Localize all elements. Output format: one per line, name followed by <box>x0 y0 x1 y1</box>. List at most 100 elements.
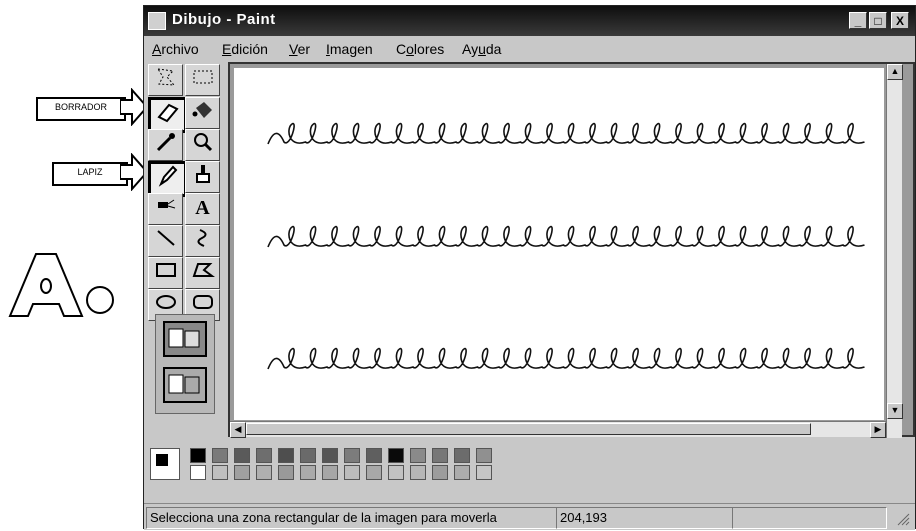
palette-swatch[interactable] <box>256 448 272 463</box>
eraser-tool[interactable] <box>148 97 187 133</box>
menu-bar: Archivo Edición Ver Imagen Colores Ayuda <box>144 36 915 62</box>
status-bar: Selecciona una zona rectangular de la im… <box>144 503 915 530</box>
fill-icon <box>192 102 212 118</box>
current-colors[interactable] <box>150 448 180 480</box>
palette-swatch[interactable] <box>300 465 316 480</box>
palette-swatch[interactable] <box>234 448 250 463</box>
status-message: Selecciona una zona rectangular de la im… <box>146 507 557 529</box>
free-select-icon <box>156 68 175 86</box>
pencil-callout-label: LAPIZ <box>52 162 128 186</box>
magnifier-tool[interactable] <box>185 129 220 161</box>
palette-swatch[interactable] <box>322 448 338 463</box>
toolbox: A <box>144 62 224 432</box>
canvas-area: ▲ ▼ ◀ ▶ <box>228 62 915 439</box>
ellipse-icon <box>155 295 176 309</box>
palette-swatch[interactable] <box>454 465 470 480</box>
palette-swatch[interactable] <box>322 465 338 480</box>
color-picker-tool[interactable] <box>148 129 183 161</box>
transparent-icon <box>168 374 200 394</box>
palette-swatch[interactable] <box>454 448 470 463</box>
palette-swatch[interactable] <box>190 448 206 463</box>
palette-swatch[interactable] <box>476 465 492 480</box>
handwriting-loop-row <box>267 123 865 145</box>
brush-tool[interactable] <box>185 161 220 193</box>
scroll-right-icon[interactable]: ▶ <box>870 422 886 438</box>
horizontal-scroll-thumb[interactable] <box>246 423 811 435</box>
selection-size-field <box>732 507 887 529</box>
menu-colores[interactable]: Colores <box>396 41 444 57</box>
vertical-scrollbar[interactable]: ▲ ▼ <box>886 64 903 439</box>
menu-imagen[interactable]: Imagen <box>326 41 373 57</box>
menu-archivo[interactable]: Archivo <box>152 41 199 57</box>
palette-swatch[interactable] <box>344 465 360 480</box>
palette-swatch[interactable] <box>432 465 448 480</box>
horizontal-scrollbar[interactable]: ◀ ▶ <box>230 421 886 438</box>
tool-options-box <box>155 314 215 414</box>
palette-swatch[interactable] <box>366 448 382 463</box>
window-title: Dibujo - Paint <box>172 11 276 28</box>
line-tool[interactable] <box>148 225 183 257</box>
polygon-tool[interactable] <box>185 257 220 289</box>
curve-icon <box>197 229 206 247</box>
paint-window: Dibujo - Paint _ □ X Archivo Edición Ver… <box>143 5 916 530</box>
drawing-canvas[interactable] <box>234 68 884 420</box>
resize-grip-icon[interactable] <box>894 510 910 526</box>
maximize-button[interactable]: □ <box>869 12 887 29</box>
palette-swatch[interactable] <box>278 465 294 480</box>
minimize-button[interactable]: _ <box>849 12 867 29</box>
airbrush-tool[interactable] <box>148 193 183 225</box>
menu-ver[interactable]: Ver <box>289 41 310 57</box>
rect-select-tool[interactable] <box>185 64 220 96</box>
opaque-icon <box>168 328 200 348</box>
brush-icon <box>195 165 210 183</box>
menu-ayuda[interactable]: Ayuda <box>462 41 501 57</box>
palette-swatch[interactable] <box>212 465 228 480</box>
palette-swatch[interactable] <box>190 465 206 480</box>
color-picker-icon <box>156 133 175 152</box>
handwriting-loop-row <box>267 226 865 248</box>
airbrush-icon <box>157 199 175 209</box>
palette-swatch[interactable] <box>212 448 228 463</box>
transparent-option[interactable] <box>163 367 207 403</box>
opaque-option[interactable] <box>163 321 207 357</box>
palette-swatch[interactable] <box>234 465 250 480</box>
palette-swatch[interactable] <box>256 465 272 480</box>
eraser-icon <box>156 103 179 123</box>
rectangle-tool[interactable] <box>148 257 183 289</box>
palette-swatch[interactable] <box>300 448 316 463</box>
curve-tool[interactable] <box>185 225 220 257</box>
palette-swatch[interactable] <box>388 465 404 480</box>
pencil-icon <box>158 165 177 187</box>
palette-swatch[interactable] <box>366 465 382 480</box>
handwriting-loop-row <box>267 348 865 370</box>
line-icon <box>156 230 175 246</box>
paint-app-icon <box>148 12 166 30</box>
palette-swatch[interactable] <box>388 448 404 463</box>
pencil-tool[interactable] <box>148 161 187 197</box>
close-button[interactable]: X <box>891 12 909 29</box>
palette-swatch[interactable] <box>410 465 426 480</box>
polygon-icon <box>192 263 215 277</box>
menu-edicion[interactable]: Edición <box>222 41 268 57</box>
palette-swatch[interactable] <box>344 448 360 463</box>
fill-tool[interactable] <box>185 97 220 129</box>
eraser-callout-label: BORRADOR <box>36 97 126 121</box>
cursor-coordinates: 204,193 <box>556 507 733 529</box>
free-select-tool[interactable] <box>148 64 183 96</box>
palette-swatch[interactable] <box>476 448 492 463</box>
rounded-rect-icon <box>192 295 213 309</box>
rect-select-icon <box>193 70 212 84</box>
scroll-left-icon[interactable]: ◀ <box>230 422 246 438</box>
palette-swatch[interactable] <box>432 448 448 463</box>
rectangle-icon <box>155 263 176 277</box>
title-bar[interactable]: Dibujo - Paint _ □ X <box>144 6 915 36</box>
palette-swatch[interactable] <box>278 448 294 463</box>
palette-swatches <box>190 448 520 482</box>
color-palette <box>144 438 915 498</box>
text-tool[interactable]: A <box>185 193 220 225</box>
foreground-color <box>155 453 169 467</box>
magnifier-icon <box>193 133 212 152</box>
scroll-up-icon[interactable]: ▲ <box>887 64 903 80</box>
palette-swatch[interactable] <box>410 448 426 463</box>
scroll-down-icon[interactable]: ▼ <box>887 403 903 419</box>
